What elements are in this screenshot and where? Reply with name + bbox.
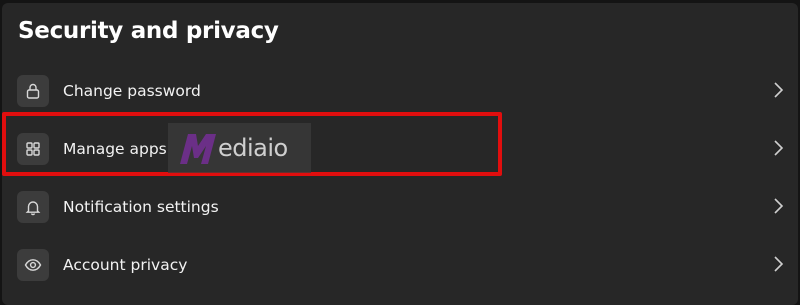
security-privacy-panel: Security and privacy Change password Man… [2,3,798,305]
menu-item-label: Account privacy [63,256,188,274]
chevron-right-icon [774,140,784,156]
menu-item-change-password[interactable]: Change password [2,73,798,123]
watermark-text: ediaio [218,134,288,162]
menu-item-label: Change password [63,82,201,100]
menu-item-account-privacy[interactable]: Account privacy [2,247,798,297]
apps-grid-icon [17,133,49,165]
bell-icon [17,191,49,223]
menu-item-label: Notification settings [63,198,219,216]
menu-item-notification-settings[interactable]: Notification settings [2,189,798,239]
chevron-right-icon [774,82,784,98]
lock-icon [17,75,49,107]
chevron-right-icon [774,256,784,272]
section-title: Security and privacy [18,18,279,44]
watermark-logo-icon [180,134,216,164]
menu-item-label: Manage apps [63,140,167,158]
watermark: ediaio [168,123,311,173]
eye-icon [17,249,49,281]
menu-item-manage-apps[interactable]: Manage apps [2,131,798,181]
chevron-right-icon [774,198,784,214]
